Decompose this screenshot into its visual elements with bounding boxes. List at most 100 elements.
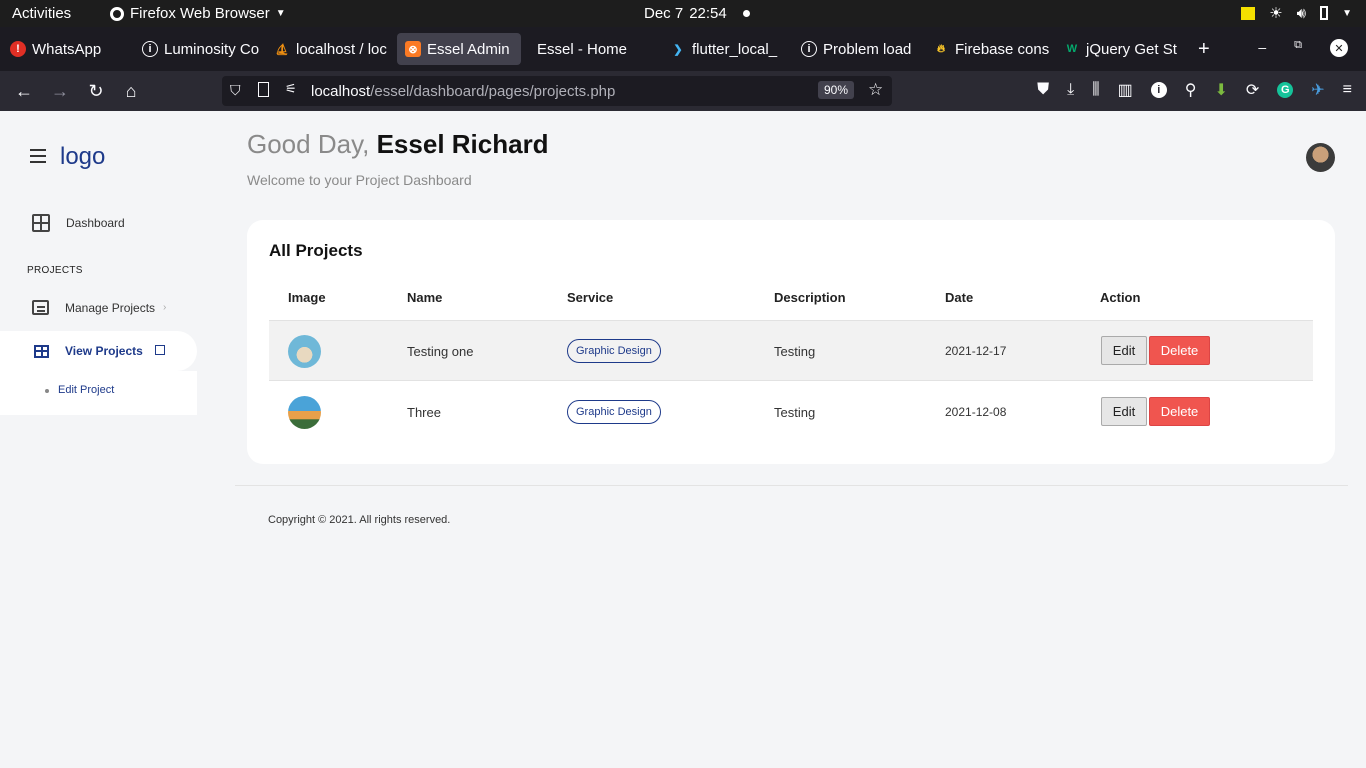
sidebar-item-dashboard[interactable]: Dashboard (32, 214, 125, 232)
notes-icon[interactable] (1241, 6, 1256, 20)
service-badge: Graphic Design (567, 339, 661, 363)
project-description: Testing (774, 405, 816, 420)
table-icon (34, 345, 49, 358)
tab-essel-admin[interactable]: ⊗ Essel Admin ✕ (397, 33, 521, 65)
xampp-icon: ⊗ (405, 41, 421, 57)
tab-problem-loading[interactable]: i Problem load (793, 33, 919, 65)
extension-info-icon[interactable]: i (1150, 82, 1167, 98)
hamburger-menu-icon[interactable] (30, 149, 46, 167)
clock-time: 22:54 (689, 5, 727, 22)
dashboard-grid-icon (32, 214, 50, 232)
battery-icon[interactable] (1320, 6, 1329, 20)
volume-icon[interactable]: 🔊︎ (1297, 5, 1306, 22)
tab-label: WhatsApp (32, 40, 102, 58)
system-tray[interactable]: ☀ 🔊︎ ▼ (1241, 4, 1352, 22)
maximize-icon[interactable]: ⧉ (1294, 39, 1302, 57)
flutter-icon: ❯ (673, 43, 683, 56)
tab-strip: ! WhatsApp i Luminosity Co ⛵︎ localhost … (0, 27, 1366, 71)
column-header-date: Date (945, 290, 974, 305)
service-badge: Graphic Design (567, 400, 661, 424)
card-title: All Projects (269, 241, 363, 260)
shield-icon[interactable]: ⛉ (230, 82, 241, 99)
project-description: Testing (774, 344, 816, 359)
navigation-toolbar: ← → ↻ ⌂ ⛉ ⚟ localhost/essel/dashboard/pa… (0, 71, 1366, 111)
library-icon[interactable]: ⫼ (1092, 81, 1099, 99)
section-title-projects: PROJECTS (27, 265, 83, 276)
edit-button[interactable]: Edit (1101, 336, 1147, 365)
grammarly-icon[interactable]: G (1277, 82, 1294, 98)
sidebar: logo Dashboard PROJECTS Manage Projects … (0, 111, 197, 421)
sidebar-item-manage-projects[interactable]: Manage Projects › (32, 300, 166, 315)
project-thumbnail (288, 335, 321, 368)
forward-icon[interactable]: → (49, 80, 71, 102)
table-row: Three Graphic Design Testing 2021-12-08 … (269, 382, 1313, 443)
copyright-text: Copyright © 2021. All rights reserved. (268, 514, 451, 526)
reload-icon[interactable]: ↻ (85, 80, 107, 102)
app-menu[interactable]: Firefox Web Browser ▼ (110, 5, 286, 22)
tab-label: Luminosity Co (164, 40, 260, 58)
pocket-icon[interactable]: ⛊ (1037, 81, 1049, 99)
tab-firebase[interactable]: 🔥︎ Firebase cons (925, 33, 1053, 65)
new-tab-button[interactable]: + (1190, 33, 1220, 65)
avatar[interactable] (1306, 143, 1335, 172)
activities-button[interactable]: Activities (12, 5, 71, 22)
project-date: 2021-12-08 (945, 405, 1007, 419)
zoom-level[interactable]: 90% (818, 81, 855, 99)
column-header-name: Name (407, 290, 443, 305)
system-top-bar: Activities Firefox Web Browser ▼ Dec 7 2… (0, 0, 1366, 27)
downloads-icon[interactable]: ⤓ (1067, 81, 1074, 99)
welcome-subtitle: Welcome to your Project Dashboard (247, 172, 472, 188)
firebase-icon: 🔥︎ (936, 42, 946, 55)
collapse-square-icon[interactable] (155, 345, 165, 355)
clock-date: Dec 7 (644, 5, 684, 22)
permissions-icon[interactable]: ⚟ (285, 81, 297, 97)
extension-translate-icon[interactable]: ✈ (1311, 80, 1324, 100)
info-icon: i (142, 41, 158, 57)
table-row: Testing one Graphic Design Testing 2021-… (269, 320, 1313, 381)
app-menu-label: Firefox Web Browser (130, 5, 270, 22)
tab-label: Problem load (823, 40, 912, 58)
extension-download-icon[interactable]: ⬇ (1214, 80, 1227, 100)
tab-label: Firebase cons (955, 40, 1050, 58)
plus-icon: + (1198, 37, 1210, 60)
extension-runner-icon[interactable]: ⚲ (1185, 80, 1197, 100)
bookmark-star-icon[interactable]: ☆ (868, 80, 883, 100)
extension-sync-icon[interactable]: ⟳ (1246, 80, 1259, 100)
home-icon[interactable]: ⌂ (120, 80, 142, 102)
back-icon[interactable]: ← (13, 80, 35, 102)
sidebar-toggle-icon[interactable]: ▥ (1118, 80, 1133, 100)
edit-button[interactable]: Edit (1101, 397, 1147, 426)
tab-essel-home[interactable]: Essel - Home (529, 33, 657, 65)
address-bar[interactable]: ⛉ ⚟ localhost/essel/dashboard/pages/proj… (222, 76, 892, 106)
chevron-right-icon: › (163, 302, 167, 313)
list-icon (32, 300, 49, 315)
column-header-image: Image (288, 290, 326, 305)
notification-dot (742, 10, 750, 17)
page-icon[interactable] (258, 82, 269, 97)
tab-luminosity[interactable]: i Luminosity Co (134, 33, 262, 65)
tab-jquery[interactable]: W jQuery Get St (1056, 33, 1182, 65)
info-icon: i (801, 41, 817, 57)
minimize-icon[interactable]: – (1258, 39, 1266, 57)
sidebar-item-label: Dashboard (66, 216, 125, 230)
window-controls: – ⧉ ✕ (1258, 39, 1348, 57)
menu-icon[interactable]: ≡ (1343, 81, 1352, 99)
tab-flutter[interactable]: ❯ flutter_local_ (662, 33, 788, 65)
delete-button[interactable]: Delete (1149, 397, 1210, 426)
logo[interactable]: logo (60, 143, 105, 171)
tab-localhost[interactable]: ⛵︎ localhost / loc (266, 33, 394, 65)
close-window-icon[interactable]: ✕ (1330, 39, 1348, 57)
system-menu-caret-icon[interactable]: ▼ (1342, 8, 1352, 19)
tab-whatsapp[interactable]: ! WhatsApp (2, 33, 132, 65)
toolbar-icons: ⛊ ⤓ ⫼ ▥ i ⚲ ⬇ ⟳ G ✈ ≡ (1037, 80, 1352, 100)
delete-button[interactable]: Delete (1149, 336, 1210, 365)
sidebar-subitem-edit-project[interactable]: Edit Project (58, 384, 114, 396)
brightness-icon[interactable]: ☀ (1269, 4, 1282, 22)
url-text[interactable]: localhost/essel/dashboard/pages/projects… (311, 83, 615, 100)
clock[interactable]: Dec 7 22:54 (644, 5, 750, 22)
user-name: Essel Richard (376, 129, 549, 159)
whatsapp-icon: ! (10, 41, 26, 57)
bullet-icon (45, 389, 49, 393)
page-content: logo Dashboard PROJECTS Manage Projects … (0, 111, 1366, 768)
sidebar-item-view-projects[interactable]: View Projects (0, 331, 197, 371)
